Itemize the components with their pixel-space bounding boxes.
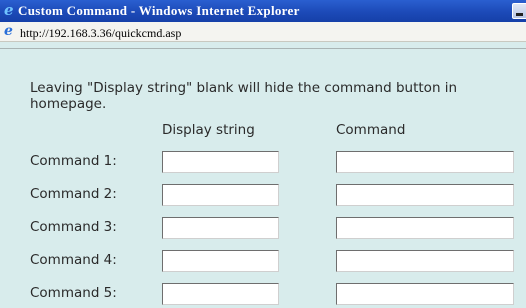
command-2-label: Command 2: bbox=[30, 186, 117, 202]
minimize-icon bbox=[516, 13, 523, 16]
command-1-command-input[interactable] bbox=[336, 151, 514, 173]
command-1-label: Command 1: bbox=[30, 153, 117, 169]
command-5-command-input[interactable] bbox=[336, 283, 514, 305]
internet-explorer-page-icon: e bbox=[4, 23, 13, 39]
minimize-button[interactable] bbox=[512, 3, 526, 19]
command-1-display-input[interactable] bbox=[162, 151, 279, 173]
command-4-command-input[interactable] bbox=[336, 250, 514, 272]
command-3-command-input[interactable] bbox=[336, 217, 514, 239]
command-5-label: Command 5: bbox=[30, 285, 117, 301]
instruction-note: Leaving "Display string" blank will hide… bbox=[30, 80, 458, 112]
command-2-display-input[interactable] bbox=[162, 184, 279, 206]
browser-window: e Custom Command - Windows Internet Expl… bbox=[0, 0, 526, 308]
window-title: Custom Command - Windows Internet Explor… bbox=[18, 3, 300, 18]
command-4-label: Command 4: bbox=[30, 252, 117, 268]
address-url[interactable]: http://192.168.3.36/quickcmd.asp bbox=[20, 26, 181, 41]
command-4-display-input[interactable] bbox=[162, 250, 279, 272]
title-bar[interactable]: e Custom Command - Windows Internet Expl… bbox=[0, 0, 526, 22]
display-string-header: Display string bbox=[162, 122, 255, 138]
command-3-display-input[interactable] bbox=[162, 217, 279, 239]
page-content: Leaving "Display string" blank will hide… bbox=[0, 49, 526, 308]
address-bar[interactable]: e http://192.168.3.36/quickcmd.asp bbox=[0, 22, 526, 42]
command-header: Command bbox=[336, 122, 406, 138]
command-5-display-input[interactable] bbox=[162, 283, 279, 305]
command-2-command-input[interactable] bbox=[336, 184, 514, 206]
command-3-label: Command 3: bbox=[30, 219, 117, 235]
